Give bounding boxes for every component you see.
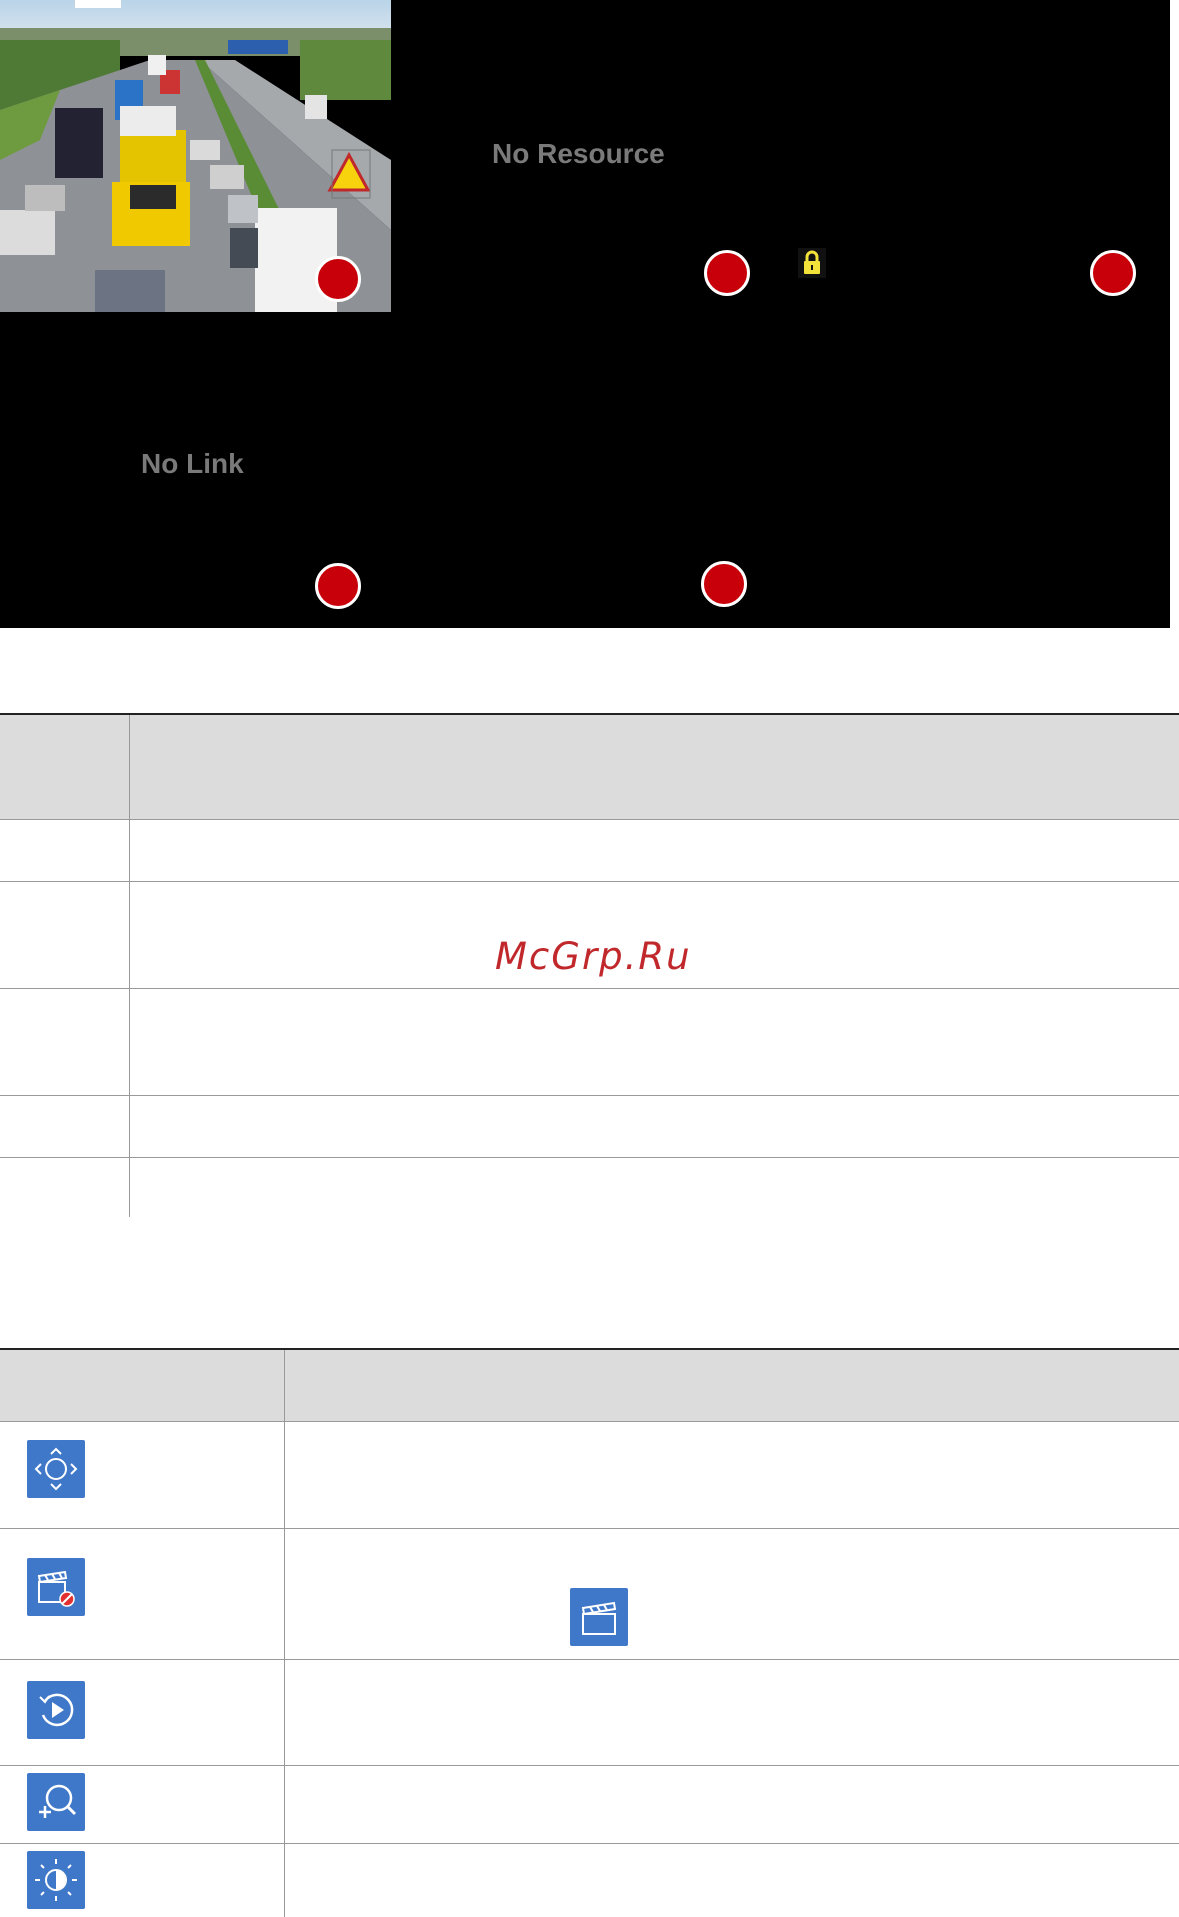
image-adjust-icon[interactable] — [27, 1851, 85, 1909]
watermark: McGrp.Ru — [495, 935, 692, 978]
no-resource-label: No Resource — [492, 138, 665, 169]
table-row — [0, 1766, 1179, 1844]
table-row — [0, 1096, 1179, 1158]
instant-playback-icon[interactable] — [27, 1681, 85, 1739]
marker-3 — [1090, 250, 1136, 296]
marker-5 — [701, 561, 747, 607]
table-row — [0, 989, 1179, 1096]
marker-1 — [315, 256, 361, 302]
table2-header-row — [0, 1350, 1179, 1422]
no-link-label: No Link — [141, 448, 244, 479]
zoom-in-icon[interactable] — [27, 1773, 85, 1831]
video-window-grid: No Resource No Link — [0, 0, 1170, 628]
marker-2 — [704, 250, 750, 296]
marker-4 — [315, 563, 361, 609]
lock-icon — [798, 248, 826, 278]
traffic-camera-view[interactable] — [0, 0, 391, 312]
no-resource-window[interactable]: No Resource — [391, 0, 780, 312]
table-row — [0, 1660, 1179, 1766]
table-row — [0, 1422, 1179, 1529]
stop-recording-icon[interactable] — [27, 1558, 85, 1616]
locked-window[interactable] — [780, 0, 1170, 312]
table-row — [0, 1844, 1179, 1917]
ptz-control-icon[interactable] — [27, 1440, 85, 1498]
empty-window-6[interactable] — [780, 312, 1170, 628]
clapperboard-icon — [570, 1588, 628, 1646]
empty-window-5[interactable] — [391, 312, 780, 628]
toolbar-icon-table — [0, 1348, 1179, 1917]
table1-header-row — [0, 715, 1179, 820]
table2-column-divider — [284, 1350, 285, 1917]
table-row — [0, 820, 1179, 882]
no-link-window[interactable]: No Link — [0, 312, 391, 628]
table1-column-divider — [129, 715, 130, 1217]
